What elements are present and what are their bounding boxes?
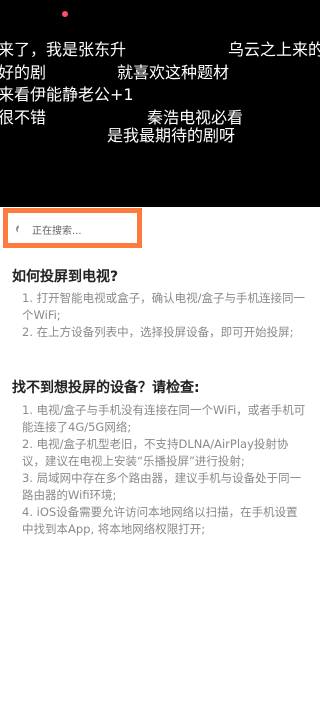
danmaku-comment: 来了，我是张东升 xyxy=(0,40,127,59)
howto-step: 1. 打开智能电视或盒子，确认电视/盒子与手机连接同一个WiFi; xyxy=(22,291,305,322)
danmaku-comment: 就喜欢这种题材 xyxy=(117,63,230,82)
howto-step: 2. 在上方设备列表中，选择投屏设备，即可开始投屏; xyxy=(22,325,294,339)
heart-icon xyxy=(62,11,68,17)
check-item: 3. 局域网中存在多个路由器，建议手机与设备处于同一路由器的Wifi环境; xyxy=(22,471,302,502)
check-title: 找不到想投屏的设备？请检查: xyxy=(12,380,200,396)
danmaku-comment: 是我最期待的剧呀 xyxy=(107,126,236,145)
danmaku-comment: 好的剧 xyxy=(0,63,47,82)
video-player[interactable]: 来了，我是张东升 乌云之上来的 好的剧 就喜欢这种题材 来看伊能静老公+1 很不… xyxy=(0,0,320,207)
danmaku-comment: 很不错 xyxy=(0,108,47,127)
check-item: 4. iOS设备需要允许访问本地网络以扫描，在手机设置中找到本App, 将本地网… xyxy=(22,505,298,536)
danmaku-comment: 乌云之上来的 xyxy=(228,40,320,59)
check-item: 1. 电视/盒子与手机没有连接在同一个WiFi，或者手机可能连接了4G/5G网络… xyxy=(22,403,306,434)
search-status-text: 正在搜索... xyxy=(32,226,82,237)
check-item: 2. 电视/盒子机型老旧，不支持DLNA/AirPlay投射协议，建议在电视上安… xyxy=(22,437,289,468)
howto-title: 如何投屏到电视? xyxy=(12,269,119,285)
loading-spinner-icon xyxy=(14,223,26,235)
danmaku-comment: 秦浩电视必看 xyxy=(147,108,244,127)
device-search-status: 正在搜索... xyxy=(3,208,142,248)
danmaku-comment: 来看伊能静老公+1 xyxy=(0,85,134,104)
